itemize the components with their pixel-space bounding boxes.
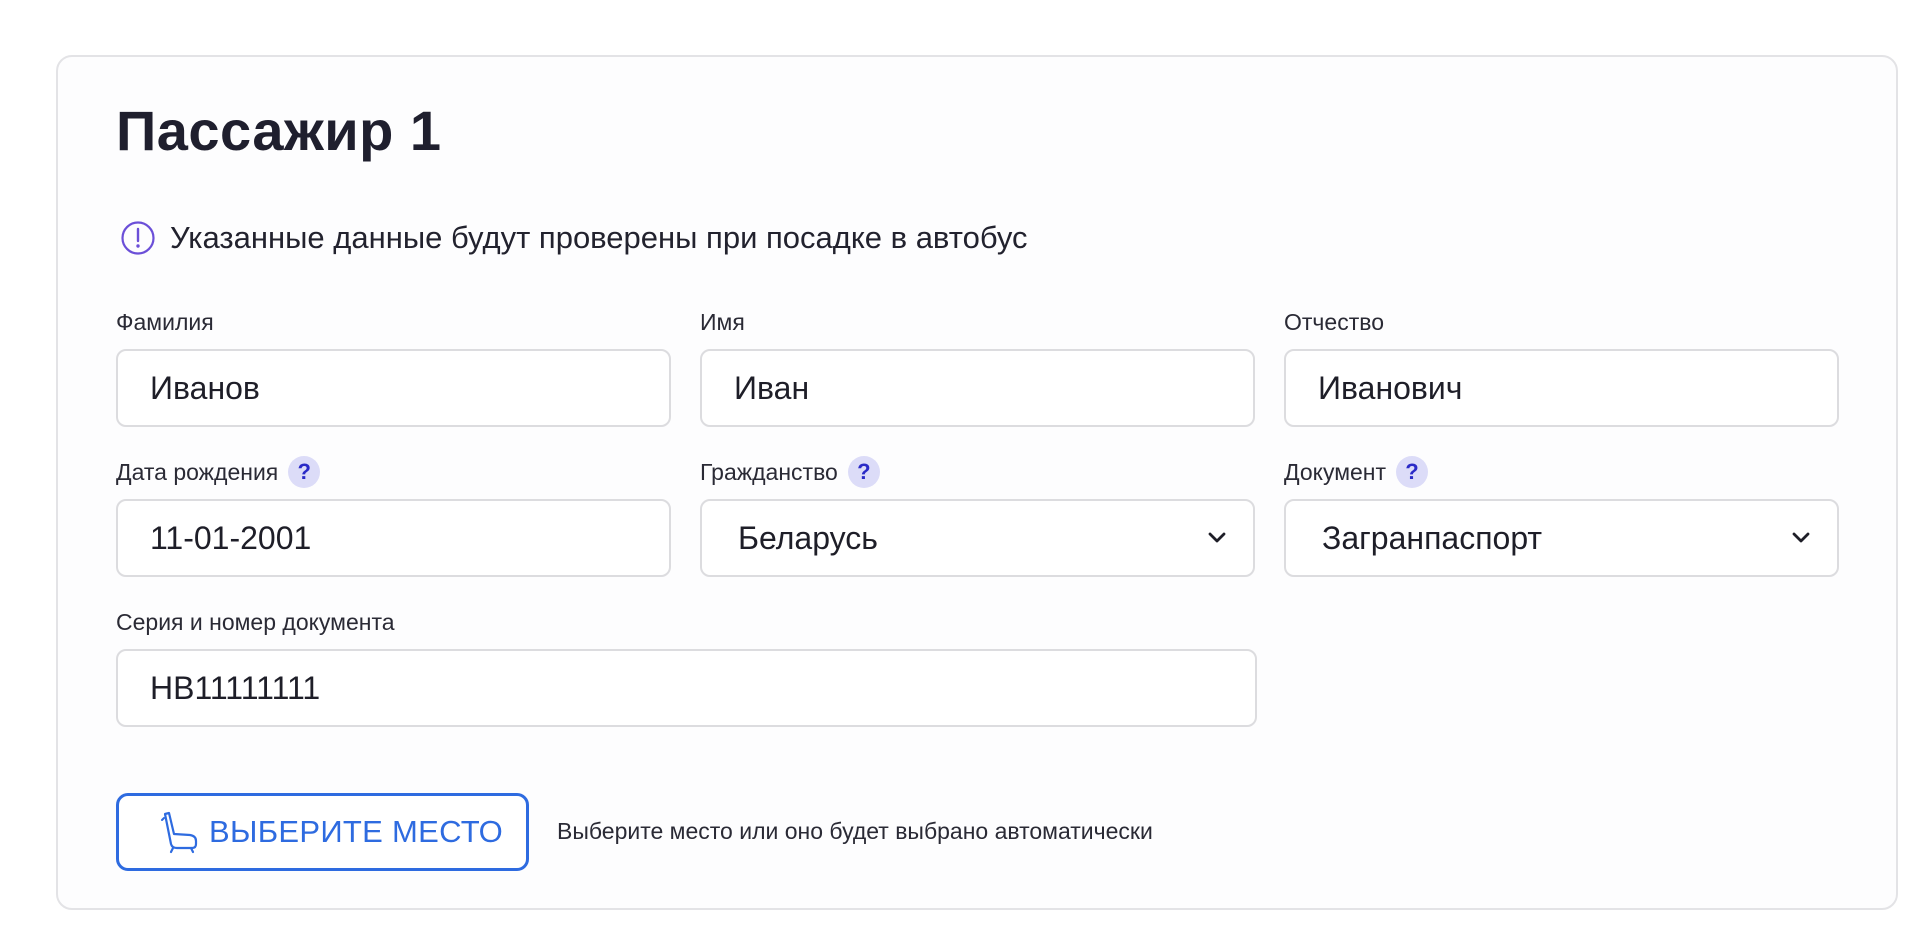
middle-name-label: Отчество — [1284, 305, 1839, 339]
question-icon[interactable]: ? — [288, 456, 321, 488]
middle-name-field: Отчество Иванович — [1284, 305, 1839, 427]
document-label-text: Документ — [1284, 458, 1387, 485]
first-name-input[interactable]: Иван — [700, 349, 1255, 427]
page-title: Пассажир 1 — [116, 99, 442, 162]
birth-date-field: Дата рождения ? 11-01-2001 — [116, 455, 671, 577]
question-icon[interactable]: ? — [847, 456, 880, 488]
middle-name-value: Иванович — [1318, 369, 1463, 406]
document-value: Загранпаспорт — [1322, 519, 1543, 556]
first-name-label-text: Имя — [700, 308, 745, 335]
document-number-field: Серия и номер документа НВ11111111 — [116, 605, 1257, 727]
document-number-input[interactable]: НВ11111111 — [116, 649, 1257, 727]
birth-date-input[interactable]: 11-01-2001 — [116, 499, 671, 577]
notice-text: Указанные данные будут проверены при пос… — [170, 220, 1028, 255]
last-name-label: Фамилия — [116, 305, 671, 339]
verification-notice: Указанные данные будут проверены при пос… — [120, 220, 1028, 256]
document-number-value: НВ11111111 — [150, 669, 321, 706]
first-name-field: Имя Иван — [700, 305, 1255, 427]
choose-seat-label: ВЫБЕРИТЕ МЕСТО — [209, 814, 504, 849]
birth-date-label-text: Дата рождения — [116, 458, 279, 485]
middle-name-label-text: Отчество — [1284, 308, 1384, 335]
seat-icon — [161, 811, 198, 854]
document-number-label: Серия и номер документа — [116, 605, 1257, 639]
question-icon[interactable]: ? — [1396, 456, 1429, 488]
last-name-field: Фамилия Иванов — [116, 305, 671, 427]
last-name-label-text: Фамилия — [116, 308, 214, 335]
last-name-input[interactable]: Иванов — [116, 349, 671, 427]
document-label: Документ ? — [1284, 455, 1839, 489]
citizenship-label: Гражданство ? — [700, 455, 1255, 489]
last-name-value: Иванов — [150, 369, 260, 406]
citizenship-label-text: Гражданство — [700, 458, 838, 485]
citizenship-select[interactable]: Беларусь — [700, 499, 1255, 577]
first-name-label: Имя — [700, 305, 1255, 339]
birth-date-value: 11-01-2001 — [150, 519, 312, 556]
first-name-value: Иван — [734, 369, 810, 406]
choose-seat-button[interactable]: ВЫБЕРИТЕ МЕСТО — [116, 793, 529, 871]
document-select[interactable]: Загранпаспорт — [1284, 499, 1839, 577]
chevron-down-icon — [1208, 532, 1226, 543]
seat-hint: Выберите место или оно будет выбрано авт… — [557, 818, 1153, 844]
citizenship-field: Гражданство ? Беларусь — [700, 455, 1255, 577]
info-circle-icon — [121, 221, 155, 255]
citizenship-value: Беларусь — [738, 519, 878, 556]
document-number-label-text: Серия и номер документа — [116, 608, 395, 635]
middle-name-input[interactable]: Иванович — [1284, 349, 1839, 427]
birth-date-label: Дата рождения ? — [116, 455, 671, 489]
document-field: Документ ? Загранпаспорт — [1284, 455, 1839, 577]
chevron-down-icon — [1792, 532, 1810, 543]
